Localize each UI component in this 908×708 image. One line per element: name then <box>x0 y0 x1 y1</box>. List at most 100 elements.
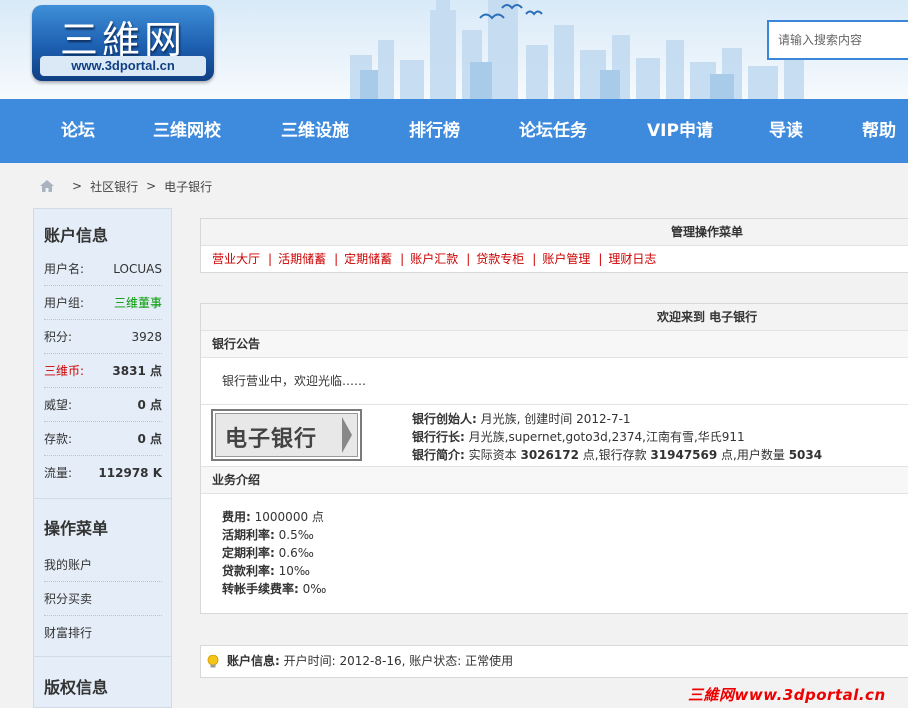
president-label: 银行行长: <box>412 430 465 444</box>
account-value: 0 点 <box>137 398 162 412</box>
copyright-title: 版权信息 <box>44 678 109 697</box>
breadcrumb-e-bank: 电子银行 <box>164 179 213 194</box>
breadcrumb: > 社区银行 > 电子银行 <box>40 178 212 194</box>
lightbulb-icon <box>207 654 219 667</box>
account-label: 用户组: <box>44 296 85 310</box>
sidebar-item-my-account[interactable]: 我的账户 <box>44 548 162 582</box>
sidebar-divider <box>34 498 171 499</box>
bank-logo-text: 电子银行 <box>225 426 318 452</box>
nav-forum[interactable]: 论坛 <box>61 99 95 163</box>
nav-help[interactable]: 帮助 <box>862 99 896 163</box>
logo-url: www.3dportal.cn <box>40 56 206 76</box>
nav-school[interactable]: 三维网校 <box>153 99 221 163</box>
bank-founder-line: 银行创始人: 月光族, 创建时间 2012-7-1 <box>412 410 822 428</box>
nav-facilities[interactable]: 三维设施 <box>281 99 349 163</box>
account-value: 0 点 <box>137 432 162 446</box>
search-box <box>767 20 908 60</box>
link-account-management[interactable]: 账户管理 <box>542 252 590 266</box>
account-value: 3928 <box>131 330 162 344</box>
business-list: 费用: 1000000 点 活期利率: 0.5‰ 定期利率: 0.6‰ 贷款利率… <box>201 494 908 612</box>
intro-users-text: 点,用户数量 <box>721 448 785 462</box>
manage-menu-panel: 管理操作菜单 营业大厅 | 活期储蓄 | 定期储蓄 | 账户汇款 | 贷款专柜 | 账户管理 | 理财日… <box>200 218 908 273</box>
nav-tasks[interactable]: 论坛任务 <box>519 99 587 163</box>
bank-info: 电子银行 银行创始人: 月光族, 创建时间 2012-7-1 银行行长: 月光族… <box>201 405 908 467</box>
account-label: 流量: <box>44 466 73 480</box>
business-label: 活期利率: <box>222 528 275 542</box>
account-label: 三维币: <box>44 364 85 378</box>
business-value: 0.6‰ <box>278 546 314 560</box>
business-title: 业务介绍 <box>201 467 908 494</box>
users-value: 5034 <box>788 448 823 462</box>
site-header: 三維网 www.3dportal.cn <box>0 0 908 99</box>
founder-label: 银行创始人: <box>412 412 477 426</box>
business-label: 定期利率: <box>222 546 275 560</box>
link-finance-log[interactable]: 理财日志 <box>608 252 656 266</box>
account-value: LOCUAS <box>113 262 162 276</box>
account-label: 存款: <box>44 432 73 446</box>
bank-president-line: 银行行长: 月光族,supernet,goto3d,2374,江南有雪,华氏91… <box>412 428 822 446</box>
link-remittance[interactable]: 账户汇款 <box>410 252 458 266</box>
nav-ranking[interactable]: 排行榜 <box>409 99 460 163</box>
home-icon[interactable] <box>40 180 54 192</box>
account-row-group: 用户组: 三维董事 <box>44 286 162 320</box>
site-logo[interactable]: 三維网 www.3dportal.cn <box>32 5 214 81</box>
arrow-icon <box>342 417 352 453</box>
sidebar-item-wealth-ranking[interactable]: 财富排行 <box>44 616 162 650</box>
account-tip-bar: 账户信息: 开户时间: 2012-8-16, 账户状态: 正常使用 <box>200 645 908 678</box>
account-row-prestige: 威望: 0 点 <box>44 388 162 422</box>
business-value: 10‰ <box>278 564 311 578</box>
business-item-fixed-rate: 定期利率: 0.6‰ <box>222 544 908 562</box>
notice-text: 银行营业中，欢迎光临…… <box>201 358 908 405</box>
account-row-traffic: 流量: 112978 K <box>44 456 162 490</box>
account-info-title: 账户信息 <box>44 226 109 245</box>
business-label: 转帐手续费率: <box>222 582 299 596</box>
welcome-title: 欢迎来到 电子银行 <box>201 304 908 331</box>
tip-text: 开户时间: 2012-8-16, 账户状态: 正常使用 <box>283 654 514 668</box>
link-fixed-savings[interactable]: 定期储蓄 <box>344 252 392 266</box>
business-label: 费用: <box>222 510 251 524</box>
link-loan-counter[interactable]: 贷款专柜 <box>476 252 524 266</box>
main-nav: 论坛 三维网校 三维设施 排行榜 论坛任务 VIP申请 导读 帮助 <box>0 99 908 163</box>
breadcrumb-community-bank[interactable]: 社区银行 <box>90 178 138 195</box>
account-label: 积分: <box>44 330 73 344</box>
account-label: 用户名: <box>44 262 85 276</box>
founder-value: 月光族, 创建时间 2012-7-1 <box>480 412 631 426</box>
business-item-fee: 费用: 1000000 点 <box>222 508 908 526</box>
account-label: 威望: <box>44 398 73 412</box>
manage-menu-links: 营业大厅 | 活期储蓄 | 定期储蓄 | 账户汇款 | 贷款专柜 | 账户管理 | 理财日志 <box>212 252 657 266</box>
breadcrumb-separator: > <box>146 179 157 193</box>
deposit-value: 31947569 <box>650 448 718 462</box>
business-item-transfer-fee: 转帐手续费率: 0‰ <box>222 580 908 598</box>
business-item-current-rate: 活期利率: 0.5‰ <box>222 526 908 544</box>
sidebar: 账户信息 用户名: LOCUAS 用户组: 三维董事 积分: 3928 三维币:… <box>33 208 172 708</box>
intro-label: 银行简介: <box>412 448 465 462</box>
sidebar-item-points-trade[interactable]: 积分买卖 <box>44 582 162 616</box>
bank-intro-line: 银行简介: 实际资本 3026172 点,银行存款 31947569 点,用户数… <box>412 446 822 464</box>
nav-guide[interactable]: 导读 <box>769 99 803 163</box>
notice-title: 银行公告 <box>201 331 908 358</box>
city-skyline-illustration <box>350 0 804 99</box>
account-row-username: 用户名: LOCUAS <box>44 252 162 286</box>
account-row-deposit: 存款: 0 点 <box>44 422 162 456</box>
manage-menu-title: 管理操作菜单 <box>201 219 908 246</box>
account-value: 3831 点 <box>112 364 162 378</box>
tip-label: 账户信息: <box>227 654 280 668</box>
account-row-coins: 三维币: 3831 点 <box>44 354 162 388</box>
account-value: 112978 K <box>98 466 162 480</box>
welcome-panel: 欢迎来到 电子银行 银行公告 银行营业中，欢迎光临…… 电子银行 银行创始人: … <box>200 303 908 614</box>
bank-logo-image: 电子银行 <box>211 409 362 461</box>
site-watermark: 三維网www.3dportal.cn <box>688 686 886 704</box>
nav-vip[interactable]: VIP申请 <box>647 99 713 163</box>
business-item-loan-rate: 贷款利率: 10‰ <box>222 562 908 580</box>
breadcrumb-separator: > <box>72 179 83 193</box>
search-input[interactable] <box>769 22 908 58</box>
sidebar-divider <box>34 656 171 657</box>
business-value: 0‰ <box>302 582 327 596</box>
operation-menu-title: 操作菜单 <box>44 519 109 538</box>
link-current-savings[interactable]: 活期储蓄 <box>278 252 326 266</box>
link-business-hall[interactable]: 营业大厅 <box>212 252 260 266</box>
account-row-points: 积分: 3928 <box>44 320 162 354</box>
intro-deposit-text: 点,银行存款 <box>582 448 647 462</box>
president-value: 月光族,supernet,goto3d,2374,江南有雪,华氏911 <box>468 430 745 444</box>
intro-capital-text: 实际资本 <box>468 448 517 462</box>
